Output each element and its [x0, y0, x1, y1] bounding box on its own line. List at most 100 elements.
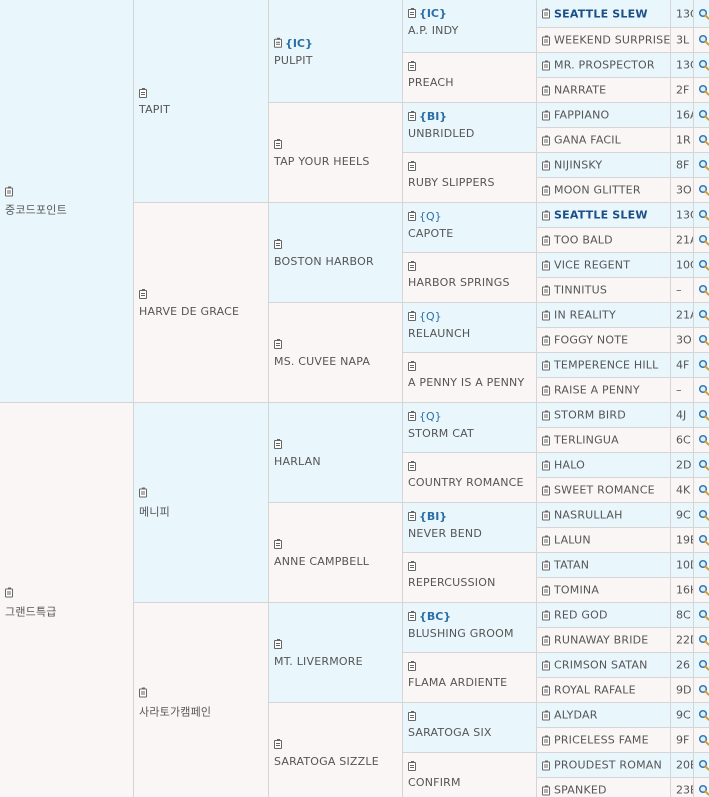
- document-icon[interactable]: [542, 660, 550, 670]
- horse-name[interactable]: BLUSHING GROOM: [408, 627, 534, 640]
- horse-name[interactable]: MT. LIVERMORE: [274, 655, 400, 668]
- magnifier-icon[interactable]: [698, 784, 709, 796]
- horse-name[interactable]: SPANKED: [554, 784, 607, 797]
- document-icon[interactable]: [408, 560, 416, 571]
- horse-name[interactable]: ALYDAR: [554, 709, 598, 722]
- horse-name[interactable]: UNBRIDLED: [408, 127, 534, 140]
- document-icon[interactable]: [408, 510, 416, 521]
- document-icon[interactable]: [274, 239, 282, 249]
- horse-name[interactable]: TERLINGUA: [554, 434, 619, 447]
- horse-name[interactable]: REPERCUSSION: [408, 576, 534, 589]
- horse-name[interactable]: IN REALITY: [554, 309, 616, 322]
- horse-name[interactable]: SEATTLE SLEW: [554, 7, 648, 20]
- document-icon[interactable]: [408, 310, 416, 321]
- horse-name[interactable]: FLAMA ARDIENTE: [408, 676, 534, 689]
- magnifier-icon[interactable]: [698, 584, 709, 596]
- magnifier-icon[interactable]: [698, 659, 709, 671]
- document-icon[interactable]: [542, 35, 550, 45]
- magnifier-icon[interactable]: [698, 759, 709, 771]
- horse-name[interactable]: STORM BIRD: [554, 409, 626, 422]
- horse-name[interactable]: TINNITUS: [554, 284, 607, 297]
- magnifier-icon[interactable]: [698, 459, 709, 471]
- horse-name[interactable]: RUNAWAY BRIDE: [554, 634, 648, 647]
- document-icon[interactable]: [408, 7, 416, 18]
- horse-name[interactable]: HARVE DE GRACE: [139, 305, 266, 318]
- document-icon[interactable]: [139, 289, 147, 299]
- horse-name[interactable]: PREACH: [408, 76, 534, 89]
- document-icon[interactable]: [542, 360, 550, 370]
- horse-name[interactable]: MS. CUVEE NAPA: [274, 355, 400, 368]
- horse-name[interactable]: STORM CAT: [408, 427, 534, 440]
- horse-name[interactable]: SEATTLE SLEW: [554, 209, 648, 222]
- magnifier-icon[interactable]: [698, 434, 709, 446]
- horse-name[interactable]: 사라토가캠페인: [139, 703, 266, 719]
- document-icon[interactable]: [408, 260, 416, 271]
- document-icon[interactable]: [542, 585, 550, 595]
- document-icon[interactable]: [274, 639, 282, 649]
- horse-name[interactable]: NEVER BEND: [408, 527, 534, 540]
- horse-name[interactable]: VICE REGENT: [554, 259, 630, 272]
- horse-name[interactable]: ANNE CAMPBELL: [274, 555, 400, 568]
- horse-name[interactable]: HARLAN: [274, 455, 400, 468]
- magnifier-icon[interactable]: [698, 34, 709, 46]
- document-icon[interactable]: [274, 739, 282, 749]
- horse-name[interactable]: TATAN: [554, 559, 589, 572]
- magnifier-icon[interactable]: [698, 334, 709, 346]
- document-icon[interactable]: [408, 60, 416, 71]
- magnifier-icon[interactable]: [698, 184, 709, 196]
- magnifier-icon[interactable]: [698, 134, 709, 146]
- horse-name[interactable]: RAISE A PENNY: [554, 384, 640, 397]
- horse-name[interactable]: TAP YOUR HEELS: [274, 155, 400, 168]
- document-icon[interactable]: [542, 185, 550, 195]
- document-icon[interactable]: [542, 235, 550, 245]
- document-icon[interactable]: [542, 8, 550, 19]
- document-icon[interactable]: [542, 635, 550, 645]
- magnifier-icon[interactable]: [698, 634, 709, 646]
- document-icon[interactable]: [408, 160, 416, 171]
- document-icon[interactable]: [542, 160, 550, 170]
- horse-name[interactable]: 중코드포인트: [5, 202, 131, 218]
- magnifier-icon[interactable]: [698, 159, 709, 171]
- document-icon[interactable]: [408, 410, 416, 421]
- horse-name[interactable]: RUBY SLIPPERS: [408, 176, 534, 189]
- document-icon[interactable]: [542, 260, 550, 270]
- document-icon[interactable]: [542, 110, 550, 120]
- magnifier-icon[interactable]: [698, 84, 709, 96]
- horse-name[interactable]: NARRATE: [554, 84, 606, 97]
- document-icon[interactable]: [5, 186, 13, 196]
- document-icon[interactable]: [408, 760, 416, 771]
- horse-name[interactable]: HARBOR SPRINGS: [408, 276, 534, 289]
- horse-name[interactable]: TAPIT: [139, 103, 266, 116]
- horse-name[interactable]: PROUDEST ROMAN: [554, 759, 662, 772]
- document-icon[interactable]: [542, 310, 550, 320]
- horse-name[interactable]: TEMPERENCE HILL: [554, 359, 658, 372]
- horse-name[interactable]: MOON GLITTER: [554, 184, 641, 197]
- document-icon[interactable]: [542, 210, 550, 220]
- magnifier-icon[interactable]: [698, 709, 709, 721]
- horse-name[interactable]: A PENNY IS A PENNY: [408, 376, 534, 389]
- magnifier-icon[interactable]: [698, 309, 709, 321]
- magnifier-icon[interactable]: [698, 509, 709, 521]
- horse-name[interactable]: TOO BALD: [554, 234, 613, 247]
- magnifier-icon[interactable]: [698, 284, 709, 296]
- horse-name[interactable]: SWEET ROMANCE: [554, 484, 655, 497]
- horse-name[interactable]: LALUN: [554, 534, 591, 547]
- document-icon[interactable]: [542, 435, 550, 445]
- magnifier-icon[interactable]: [698, 359, 709, 371]
- magnifier-icon[interactable]: [698, 734, 709, 746]
- document-icon[interactable]: [542, 410, 550, 420]
- horse-name[interactable]: FOGGY NOTE: [554, 334, 628, 347]
- document-icon[interactable]: [139, 687, 147, 698]
- document-icon[interactable]: [408, 210, 416, 221]
- horse-name[interactable]: CRIMSON SATAN: [554, 659, 648, 672]
- document-icon[interactable]: [139, 487, 147, 498]
- horse-name[interactable]: CAPOTE: [408, 227, 534, 240]
- magnifier-icon[interactable]: [698, 484, 709, 496]
- horse-name[interactable]: 메니피: [139, 503, 266, 519]
- magnifier-icon[interactable]: [698, 609, 709, 621]
- document-icon[interactable]: [542, 785, 550, 795]
- document-icon[interactable]: [274, 339, 282, 349]
- horse-name[interactable]: A.P. INDY: [408, 24, 534, 37]
- magnifier-icon[interactable]: [698, 209, 709, 221]
- document-icon[interactable]: [408, 660, 416, 671]
